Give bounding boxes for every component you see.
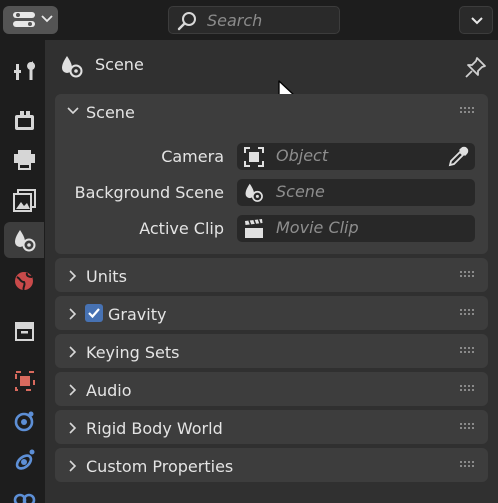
active-clip-field[interactable]: Movie Clip [237, 215, 475, 242]
view-layer-icon [13, 189, 36, 212]
context-title: Scene [95, 55, 144, 74]
tool-icon [14, 61, 36, 80]
panel-title: Audio [86, 381, 132, 400]
chevron-down-icon [67, 107, 79, 115]
output-tab[interactable] [4, 142, 44, 178]
scene-icon [245, 183, 263, 202]
collection-tab[interactable] [4, 312, 44, 348]
drag-handle-icon[interactable] [460, 385, 476, 393]
scene-icon [62, 56, 83, 78]
chevron-right-icon [69, 270, 77, 282]
gravity-panel-header[interactable]: Gravity [55, 296, 488, 332]
modifier-tab[interactable] [4, 402, 44, 438]
gravity-panel: Gravity [55, 296, 488, 330]
drag-handle-icon[interactable] [460, 461, 476, 469]
clapperboard-icon [245, 219, 263, 238]
particles-tab[interactable] [4, 442, 44, 478]
rigid-body-world-panel: Rigid Body World [55, 410, 488, 444]
object-tab[interactable] [4, 362, 44, 398]
units-panel: Units [55, 258, 488, 292]
scene-panel: Scene Camera Object Background Scene Sce… [55, 94, 488, 254]
physics-tab[interactable] [4, 482, 44, 503]
camera-field[interactable]: Object [237, 143, 475, 170]
panel-title: Rigid Body World [86, 419, 223, 438]
drag-handle-icon[interactable] [460, 309, 476, 317]
gravity-checkbox[interactable] [85, 304, 103, 322]
active-clip-label: Active Clip [139, 219, 224, 238]
drag-handle-icon[interactable] [460, 107, 476, 115]
editor-type-button[interactable] [3, 6, 58, 34]
active-clip-placeholder: Movie Clip [276, 218, 359, 237]
world-icon [15, 272, 33, 291]
panel-title: Keying Sets [86, 343, 180, 362]
audio-panel-header[interactable]: Audio [55, 372, 488, 408]
chevron-right-icon [69, 346, 77, 358]
particles-icon [15, 449, 35, 470]
view-layer-tab[interactable] [4, 182, 44, 218]
scene-icon [15, 230, 36, 252]
physics-icon [13, 493, 36, 503]
drag-handle-icon[interactable] [460, 423, 476, 431]
keying-sets-panel-header[interactable]: Keying Sets [55, 334, 488, 370]
panel-title: Scene [86, 103, 135, 122]
panel-title: Custom Properties [86, 457, 234, 476]
custom-properties-panel: Custom Properties [55, 448, 488, 482]
search-icon [177, 12, 196, 31]
panel-title: Units [86, 267, 127, 286]
background-scene-field[interactable]: Scene [237, 179, 475, 206]
options-dropdown-button[interactable] [459, 6, 493, 34]
camera-label: Camera [161, 147, 224, 166]
search-input[interactable]: Search [168, 6, 340, 34]
scene-tab[interactable] [4, 222, 44, 258]
checkmark-icon [88, 308, 100, 319]
custom-properties-panel-header[interactable]: Custom Properties [55, 448, 488, 484]
camera-placeholder: Object [276, 146, 329, 165]
collection-icon [15, 322, 34, 341]
search-placeholder: Search [207, 11, 263, 30]
chevron-right-icon [69, 460, 77, 472]
chevron-down-icon [41, 15, 53, 23]
output-icon [14, 150, 35, 170]
tool-tab[interactable] [4, 52, 44, 88]
object-icon [15, 371, 35, 391]
render-icon [15, 111, 34, 130]
chevron-down-icon [471, 17, 483, 25]
chevron-right-icon [69, 308, 77, 320]
rigid-body-world-panel-header[interactable]: Rigid Body World [55, 410, 488, 446]
background-scene-placeholder: Scene [276, 182, 325, 201]
eyedropper-icon[interactable] [447, 146, 469, 168]
properties-editor-icon [13, 12, 35, 27]
keying-sets-panel: Keying Sets [55, 334, 488, 368]
properties-tabs [0, 40, 45, 503]
object-box-icon [244, 147, 264, 167]
chevron-right-icon [69, 384, 77, 396]
pin-icon[interactable] [464, 55, 488, 79]
background-scene-label: Background Scene [74, 183, 224, 202]
drag-handle-icon[interactable] [460, 271, 476, 279]
chevron-right-icon [69, 422, 77, 434]
drag-handle-icon[interactable] [460, 347, 476, 355]
render-tab[interactable] [4, 102, 44, 138]
audio-panel: Audio [55, 372, 488, 406]
units-panel-header[interactable]: Units [55, 258, 488, 294]
panel-title: Gravity [108, 305, 167, 324]
modifier-icon [14, 411, 34, 432]
world-tab[interactable] [4, 262, 44, 298]
properties-header: Search [0, 0, 498, 40]
scene-panel-header[interactable]: Scene [55, 94, 488, 130]
